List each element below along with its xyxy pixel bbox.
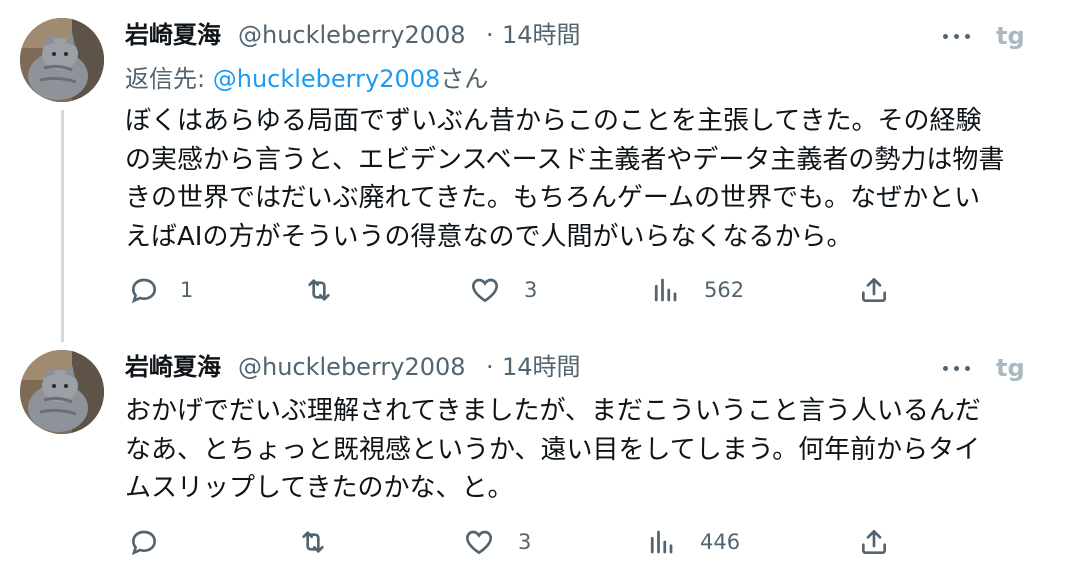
retweet-button[interactable] bbox=[296, 522, 376, 562]
like-button[interactable]: 3 bbox=[462, 522, 542, 562]
views-button[interactable]: 562 bbox=[650, 270, 760, 310]
tweet-text-line: きの世界ではだいぶ廃れてきた。もちろんゲームの世界でも。なぜかとい bbox=[125, 183, 981, 213]
tweet-text: ぼくはあらゆる局面でずいぶん昔からこのことを主張してきた。その経験 の実感から言… bbox=[125, 102, 1045, 256]
share-icon bbox=[862, 278, 886, 302]
tweet-1[interactable]: 岩崎夏海 @huckleberry2008 · 14時間 tg 返信先: @hu… bbox=[0, 0, 1066, 342]
views-button[interactable]: 446 bbox=[646, 522, 756, 562]
timestamp[interactable]: 14時間 bbox=[502, 18, 581, 52]
avatar[interactable] bbox=[20, 18, 104, 102]
tweet-text-line: おかげでだいぶ理解されてきましたが、まだこういうこと言う人いるんだ bbox=[125, 396, 981, 426]
reply-suffix: さん bbox=[440, 65, 489, 93]
reply-count: 1 bbox=[180, 278, 194, 302]
thread-line bbox=[61, 110, 64, 342]
author-name[interactable]: 岩崎夏海 bbox=[125, 350, 221, 384]
svg-text:tg: tg bbox=[996, 354, 1025, 382]
reply-button[interactable] bbox=[128, 522, 208, 562]
tweet-text-line: の実感から言うと、エビデンスベースド主義者やデータ主義者の勢力は物書 bbox=[125, 144, 1005, 175]
author-handle[interactable]: @huckleberry2008 bbox=[238, 350, 466, 384]
views-icon bbox=[650, 530, 673, 554]
reply-mention-link[interactable]: @huckleberry2008 bbox=[213, 65, 441, 93]
tweet-text-line: なあ、とちょっと既視感というか、遠い目をしてしまう。何年前からタイ bbox=[125, 434, 981, 465]
reply-icon bbox=[131, 278, 157, 304]
like-button[interactable]: 3 bbox=[468, 270, 548, 310]
svg-text:tg: tg bbox=[996, 22, 1025, 50]
like-icon bbox=[466, 530, 492, 555]
avatar[interactable] bbox=[20, 350, 104, 434]
author-name[interactable]: 岩崎夏海 bbox=[125, 18, 221, 52]
separator: · bbox=[486, 353, 494, 381]
reply-button[interactable]: 1 bbox=[128, 270, 208, 310]
separator: · bbox=[486, 21, 494, 49]
like-count: 3 bbox=[518, 530, 532, 554]
like-icon bbox=[472, 278, 498, 303]
share-icon bbox=[862, 530, 886, 554]
tg-logo-icon[interactable]: tg bbox=[996, 350, 1032, 382]
tg-logo-icon[interactable]: tg bbox=[996, 18, 1032, 50]
share-button[interactable] bbox=[858, 522, 892, 562]
views-count: 446 bbox=[700, 530, 741, 554]
like-count: 3 bbox=[524, 278, 538, 302]
tweet-2[interactable]: 岩崎夏海 @huckleberry2008 · 14時間 tg おかげでだいぶ理… bbox=[0, 330, 1066, 580]
retweet-button[interactable] bbox=[302, 270, 382, 310]
more-icon[interactable] bbox=[942, 20, 972, 50]
reply-label: 返信先: bbox=[125, 65, 206, 93]
tweet-text: おかげでだいぶ理解されてきましたが、まだこういうこと言う人いるんだ なあ、とちょ… bbox=[125, 392, 1045, 508]
more-icon[interactable] bbox=[942, 352, 972, 382]
tweet-text-line: えばAIの方がそういうの得意なので人間がいらなくなるから。 bbox=[125, 221, 853, 252]
retweet-icon bbox=[308, 279, 330, 301]
views-icon bbox=[654, 278, 677, 302]
tweet-text-line: ぼくはあらゆる局面でずいぶん昔からこのことを主張してきた。その経験 bbox=[125, 106, 982, 136]
share-button[interactable] bbox=[858, 270, 892, 310]
views-count: 562 bbox=[704, 278, 745, 302]
timestamp[interactable]: 14時間 bbox=[502, 350, 581, 384]
retweet-icon bbox=[302, 531, 324, 553]
tweet-text-line: ムスリップしてきたのかな、と。 bbox=[125, 473, 514, 503]
reply-to-line: 返信先: @huckleberry2008さん bbox=[125, 62, 488, 96]
reply-icon bbox=[131, 530, 157, 556]
author-handle[interactable]: @huckleberry2008 bbox=[238, 18, 466, 52]
